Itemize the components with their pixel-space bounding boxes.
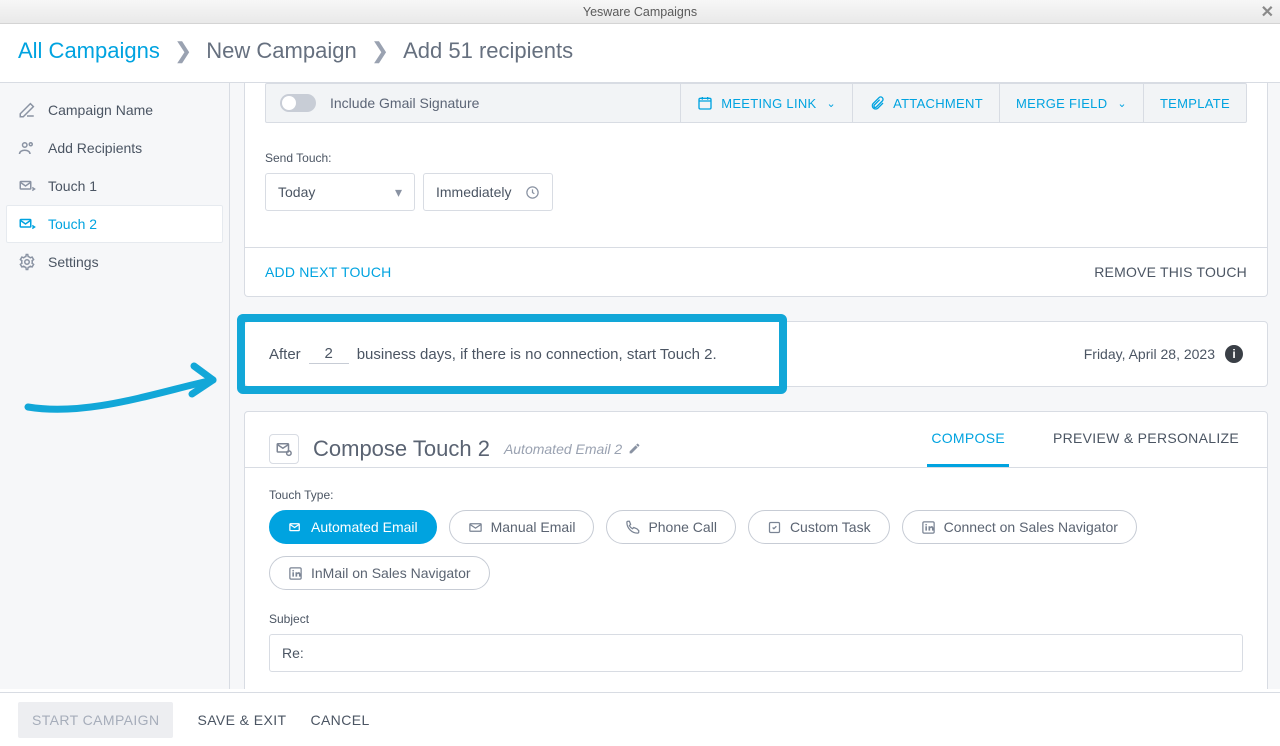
touch-type-automated-email[interactable]: Automated Email bbox=[269, 510, 437, 544]
touch-type-label: Manual Email bbox=[491, 519, 576, 535]
breadcrumb-root[interactable]: All Campaigns bbox=[18, 38, 160, 64]
meeting-link-button[interactable]: MEETING LINK ⌄ bbox=[680, 84, 852, 122]
breadcrumb-leaf: Add 51 recipients bbox=[403, 38, 573, 64]
delay-prefix: After bbox=[269, 346, 301, 363]
touch-type-label: Custom Task bbox=[790, 519, 871, 535]
start-campaign-button[interactable]: START CAMPAIGN bbox=[18, 702, 173, 738]
signature-toolbar: Include Gmail Signature MEETING LINK ⌄ A… bbox=[265, 83, 1247, 123]
cancel-button[interactable]: CANCEL bbox=[310, 712, 369, 728]
chevron-down-icon: ⌄ bbox=[1117, 97, 1127, 110]
pencil-icon[interactable] bbox=[628, 442, 641, 455]
delay-date: Friday, April 28, 2023 bbox=[1084, 346, 1215, 362]
subject-input[interactable] bbox=[269, 634, 1243, 672]
delay-days-input[interactable] bbox=[309, 344, 349, 364]
sidebar-item-label: Touch 1 bbox=[48, 178, 97, 194]
add-next-touch-button[interactable]: ADD NEXT TOUCH bbox=[265, 264, 392, 280]
merge-field-button[interactable]: MERGE FIELD ⌄ bbox=[999, 84, 1143, 122]
touch-1-card: Include Gmail Signature MEETING LINK ⌄ A… bbox=[244, 83, 1268, 297]
gmail-signature-toggle[interactable] bbox=[280, 94, 316, 112]
send-time-value: Immediately bbox=[436, 184, 511, 200]
caret-down-icon: ▾ bbox=[395, 184, 402, 201]
sidebar-item-touch-2[interactable]: Touch 2 bbox=[6, 205, 223, 243]
delay-suffix: business days, if there is no connection… bbox=[357, 346, 717, 363]
remove-touch-button[interactable]: REMOVE THIS TOUCH bbox=[1094, 264, 1247, 280]
main-content: Include Gmail Signature MEETING LINK ⌄ A… bbox=[230, 83, 1280, 689]
attachment-button[interactable]: ATTACHMENT bbox=[852, 84, 999, 122]
sidebar-item-label: Settings bbox=[48, 254, 99, 270]
sidebar: Campaign Name Add Recipients Touch 1 Tou… bbox=[0, 83, 230, 689]
send-touch-label: Send Touch: bbox=[265, 151, 1247, 165]
compose-title: Compose Touch 2 bbox=[313, 436, 490, 462]
touch-type-custom-task[interactable]: Custom Task bbox=[748, 510, 890, 544]
touch-type-label: Phone Call bbox=[648, 519, 717, 535]
chevron-down-icon: ⌄ bbox=[827, 97, 837, 110]
touch-type-inmail-sales-navigator[interactable]: InMail on Sales Navigator bbox=[269, 556, 490, 590]
sidebar-item-touch-1[interactable]: Touch 1 bbox=[6, 167, 223, 205]
sidebar-item-add-recipients[interactable]: Add Recipients bbox=[6, 129, 223, 167]
touch-type-label: Automated Email bbox=[311, 519, 418, 535]
template-button[interactable]: TEMPLATE bbox=[1143, 84, 1246, 122]
send-day-select[interactable]: Today ▾ bbox=[265, 173, 415, 211]
breadcrumb: All Campaigns ❯ New Campaign ❯ Add 51 re… bbox=[0, 24, 1280, 83]
gear-icon bbox=[18, 253, 36, 271]
task-icon bbox=[767, 520, 782, 535]
touch-type-label: Connect on Sales Navigator bbox=[944, 519, 1118, 535]
chevron-right-icon: ❯ bbox=[174, 38, 192, 64]
send-time-select[interactable]: Immediately bbox=[423, 173, 553, 211]
close-icon[interactable]: ✕ bbox=[1261, 2, 1274, 22]
info-icon[interactable]: i bbox=[1225, 345, 1243, 363]
merge-field-label: MERGE FIELD bbox=[1016, 96, 1107, 111]
sidebar-item-label: Add Recipients bbox=[48, 140, 142, 156]
phone-icon bbox=[625, 520, 640, 535]
meeting-link-label: MEETING LINK bbox=[721, 96, 816, 111]
template-label: TEMPLATE bbox=[1160, 96, 1230, 111]
touch-delay-card: After business days, if there is no conn… bbox=[244, 321, 1268, 387]
window-title: Yesware Campaigns bbox=[583, 5, 697, 19]
touch-type-connect-sales-navigator[interactable]: Connect on Sales Navigator bbox=[902, 510, 1137, 544]
touch-type-label: InMail on Sales Navigator bbox=[311, 565, 471, 581]
chevron-right-icon: ❯ bbox=[371, 38, 389, 64]
gmail-signature-label: Include Gmail Signature bbox=[330, 95, 479, 111]
tab-preview[interactable]: PREVIEW & PERSONALIZE bbox=[1049, 430, 1243, 467]
sidebar-item-settings[interactable]: Settings bbox=[6, 243, 223, 281]
save-exit-button[interactable]: SAVE & EXIT bbox=[197, 712, 286, 728]
mail-auto-icon bbox=[288, 520, 303, 535]
sidebar-item-label: Touch 2 bbox=[48, 216, 97, 232]
attachment-label: ATTACHMENT bbox=[893, 96, 983, 111]
compose-icon bbox=[269, 434, 299, 464]
touch-type-manual-email[interactable]: Manual Email bbox=[449, 510, 595, 544]
mail-icon bbox=[468, 520, 483, 535]
linkedin-icon bbox=[921, 520, 936, 535]
breadcrumb-mid: New Campaign bbox=[206, 38, 356, 64]
compose-subtitle: Automated Email 2 bbox=[504, 441, 622, 457]
sidebar-item-label: Campaign Name bbox=[48, 102, 153, 118]
footer-bar: START CAMPAIGN SAVE & EXIT CANCEL bbox=[0, 692, 1280, 746]
sidebar-item-campaign-name[interactable]: Campaign Name bbox=[6, 91, 223, 129]
people-icon bbox=[18, 139, 36, 157]
tab-compose[interactable]: COMPOSE bbox=[927, 430, 1009, 467]
compose-touch-2-card: Compose Touch 2 Automated Email 2 COMPOS… bbox=[244, 411, 1268, 689]
mail-gear-icon bbox=[275, 440, 293, 458]
subject-label: Subject bbox=[269, 612, 1243, 626]
touch-type-phone-call[interactable]: Phone Call bbox=[606, 510, 736, 544]
edit-icon bbox=[18, 101, 36, 119]
clock-icon bbox=[525, 185, 540, 200]
mail-send-icon bbox=[18, 215, 36, 233]
mail-send-icon bbox=[18, 177, 36, 195]
linkedin-icon bbox=[288, 566, 303, 581]
attachment-icon bbox=[869, 95, 885, 111]
send-day-value: Today bbox=[278, 184, 315, 200]
touch-type-label: Touch Type: bbox=[269, 488, 1243, 502]
window-titlebar: Yesware Campaigns ✕ bbox=[0, 0, 1280, 24]
calendar-icon bbox=[697, 95, 713, 111]
